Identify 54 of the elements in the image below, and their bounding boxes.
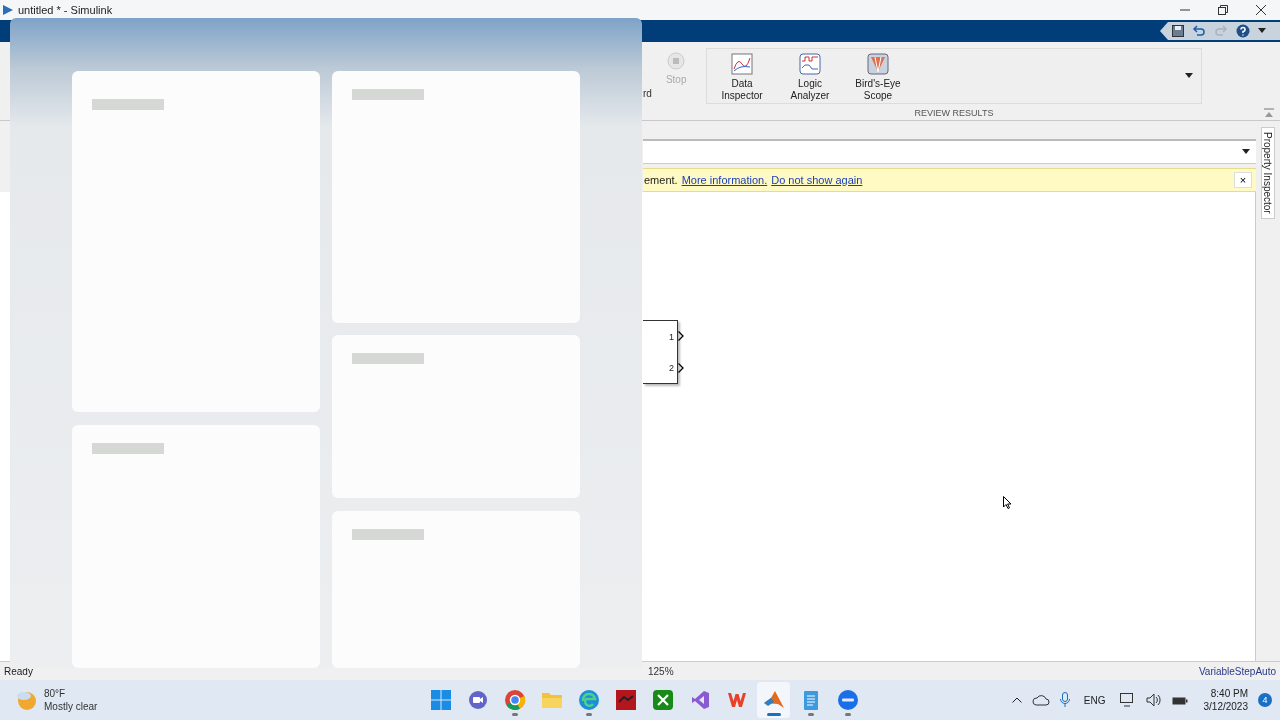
placeholder-bar — [352, 89, 424, 100]
undo-icon[interactable] — [1192, 25, 1206, 37]
help-icon[interactable] — [1236, 24, 1250, 38]
ribbon-label: rd — [643, 88, 652, 99]
tool-button[interactable]: Bird's-Eye Scope — [847, 53, 909, 102]
placeholder-bar — [92, 99, 164, 110]
cloud-icon[interactable] — [1031, 694, 1050, 706]
close-icon — [1256, 5, 1266, 15]
port-number: 2 — [669, 362, 674, 373]
close-button[interactable]: × — [1234, 172, 1252, 188]
info-link[interactable]: Do not show again — [771, 174, 863, 186]
tool-button[interactable]: Data Inspector — [711, 53, 773, 102]
app-icon — [613, 688, 638, 712]
address-field[interactable] — [643, 139, 1256, 164]
caret-icon[interactable] — [1185, 73, 1193, 79]
weather-widget[interactable]: 80°F Mostly clear — [16, 687, 98, 713]
line-chart-icon — [731, 53, 753, 75]
weather-condition: Mostly clear — [44, 700, 98, 713]
network-icon[interactable] — [1119, 693, 1136, 707]
placeholder-bar — [352, 353, 424, 364]
browser-icon — [576, 688, 601, 712]
speaker-icon[interactable] — [1145, 693, 1162, 707]
placeholder-bar — [92, 443, 164, 454]
x-logo-icon — [650, 688, 675, 712]
stop-icon — [667, 52, 686, 70]
info-text: ement. — [644, 174, 678, 186]
collapse-icon[interactable] — [1264, 108, 1274, 118]
mouse-pointer-icon — [1003, 496, 1012, 509]
restore-icon — [1218, 5, 1228, 15]
microphone-icon[interactable] — [1059, 692, 1070, 708]
scope-icon — [867, 53, 889, 75]
side-panel-tab[interactable]: Property Inspector — [1261, 127, 1275, 219]
group-title: REVIEW RESULTS — [913, 108, 995, 118]
solver-link[interactable]: VariableStepAuto — [1198, 665, 1276, 677]
port-number: 1 — [669, 331, 674, 342]
zoom-level: 125% — [648, 665, 674, 677]
save-icon[interactable] — [1172, 25, 1184, 37]
subsystem-block[interactable]: 1 2 — [643, 320, 678, 384]
clock[interactable]: 8:40 PM 3/12/2023 — [1203, 687, 1248, 713]
browser-icon — [502, 688, 527, 712]
moon-cloud-icon — [16, 689, 38, 711]
windows-logo-icon — [428, 688, 453, 712]
caret-icon[interactable] — [1258, 28, 1266, 34]
placeholder-bar — [352, 529, 424, 540]
tool-button[interactable]: Logic Analyzer — [779, 53, 841, 102]
chevron-up-icon[interactable] — [1011, 697, 1022, 703]
waveform-icon — [799, 53, 821, 75]
caret-icon[interactable] — [1242, 149, 1250, 155]
temperature: 80°F — [44, 687, 67, 700]
notification-badge[interactable]: 4 — [1258, 693, 1272, 707]
status-text: Ready — [4, 665, 34, 677]
window-title: untitled * - Simulink — [18, 4, 113, 16]
info-link[interactable]: More information. — [681, 174, 768, 186]
language-indicator[interactable]: ENG — [1083, 694, 1106, 706]
